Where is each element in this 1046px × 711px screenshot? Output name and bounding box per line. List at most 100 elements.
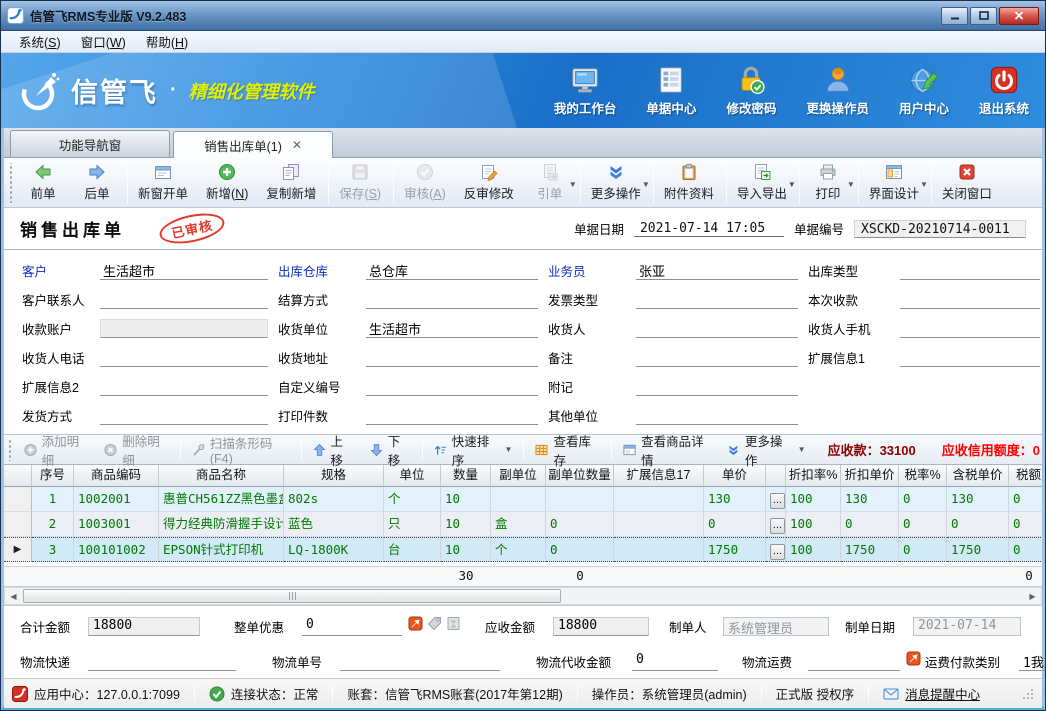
grid-cell[interactable] <box>546 487 614 512</box>
grid-cell[interactable]: LQ-1800K <box>284 537 384 562</box>
grid-cell[interactable]: EPSON针式打印机 <box>159 537 284 562</box>
toolbar-button-unaudit-edit[interactable]: 反审修改 <box>456 160 524 206</box>
grid-cell[interactable]: 0 <box>899 512 947 537</box>
grid-cell[interactable]: 1750 <box>841 537 899 562</box>
cell-more-button[interactable]: … <box>770 518 785 534</box>
row-selector-cell[interactable] <box>4 512 32 537</box>
chevron-down-icon[interactable]: ▼ <box>642 180 650 189</box>
tab-close-icon[interactable]: ✕ <box>292 139 302 151</box>
grid-cell[interactable]: 0 <box>1009 487 1042 512</box>
field-input-4-1[interactable] <box>366 377 538 396</box>
grid-cell[interactable] <box>491 487 546 512</box>
grid-col-header-14[interactable]: 含税单价 <box>947 465 1009 487</box>
grid-cell[interactable]: 1750 <box>947 537 1009 562</box>
field-input-0-1[interactable]: 总仓库 <box>366 261 538 280</box>
toolbar-button-copy-new[interactable]: 复制新增 <box>258 160 326 206</box>
grid-cell[interactable]: 2 <box>32 512 74 537</box>
minimize-button[interactable] <box>941 7 968 25</box>
toolbar-button-ui-design[interactable]: 界面设计▼ <box>861 160 929 206</box>
doc-date-field[interactable]: 2021-07-14 17:05 <box>634 220 784 237</box>
promotion-button[interactable] <box>446 616 461 636</box>
field-input-0-2[interactable]: 张亚 <box>636 261 798 280</box>
tab-1[interactable]: 销售出库单(1)✕ <box>173 131 333 158</box>
tab-0[interactable]: 功能导航窗 <box>10 130 170 157</box>
grid-cell[interactable]: 0 <box>841 512 899 537</box>
grid-cell[interactable]: … <box>766 512 786 537</box>
banner-action-user-center[interactable]: 用户中心 <box>899 65 949 117</box>
chevron-down-icon[interactable]: ▼ <box>505 445 513 454</box>
grid-cell[interactable]: 蓝色 <box>284 512 384 537</box>
toolbar-button-attachment[interactable]: 附件资料 <box>656 160 724 206</box>
grid-cell[interactable]: 802s <box>284 487 384 512</box>
discount-edit-button[interactable] <box>906 651 921 671</box>
toolbar-button-add-new[interactable]: 新增(N) <box>198 160 258 206</box>
row-selector-cell[interactable] <box>4 487 32 512</box>
totals-value[interactable]: 0 <box>632 652 718 671</box>
discount-edit-button[interactable] <box>408 616 423 636</box>
grid-cell[interactable]: 0 <box>546 512 614 537</box>
scroll-left-icon[interactable]: ◀ <box>6 589 21 603</box>
grid-cell[interactable]: 得力经典防滑握手设计 <box>159 512 284 537</box>
menu-item-2[interactable]: 帮助(H) <box>136 30 198 53</box>
toolbar-button-import-export[interactable]: 导入导出▼ <box>729 160 797 206</box>
toolbar-button-next-doc[interactable]: 后单 <box>71 160 125 206</box>
scroll-right-icon[interactable]: ▶ <box>1025 589 1040 603</box>
toolbar-button-more-ops[interactable]: 更多操作▼ <box>583 160 651 206</box>
field-input-5-0[interactable] <box>100 406 268 425</box>
toolbar-button-new-window-doc[interactable]: 新窗开单 <box>130 160 198 206</box>
grid-cell[interactable]: 0 <box>1009 537 1042 562</box>
detail-button-more-ops[interactable]: 更多操作▼ <box>719 438 814 462</box>
banner-action-exit-system[interactable]: 退出系统 <box>979 65 1029 117</box>
table-row[interactable]: 21003001得力经典防滑握手设计蓝色只10盒00…1000000 <box>4 512 1042 537</box>
maximize-button[interactable] <box>970 7 997 25</box>
grid-col-header-6[interactable]: 副单位 <box>491 465 546 487</box>
field-input-1-0[interactable] <box>100 290 268 309</box>
row-selector-cell[interactable]: ▶ <box>4 537 32 562</box>
field-input-3-3[interactable] <box>900 348 1040 367</box>
grid-cell[interactable]: 10 <box>441 487 491 512</box>
menu-item-1[interactable]: 窗口(W) <box>71 30 136 53</box>
grid-cell[interactable]: 130 <box>841 487 899 512</box>
totals-value[interactable]: 1我方付运费(生成运 <box>1019 652 1046 671</box>
toolbar-button-print[interactable]: 打印▼ <box>802 160 856 206</box>
tag-button[interactable] <box>427 616 442 636</box>
detail-button-move-down[interactable]: 下移 <box>362 438 419 462</box>
field-input-5-1[interactable] <box>366 406 538 425</box>
field-input-1-3[interactable] <box>900 290 1040 309</box>
field-input-3-2[interactable] <box>636 348 798 367</box>
banner-action-doc-center[interactable]: 单据中心 <box>646 65 696 117</box>
field-input-2-3[interactable] <box>900 319 1040 338</box>
detail-button-move-up[interactable]: 上移 <box>305 438 362 462</box>
grid-cell[interactable]: 130 <box>704 487 766 512</box>
field-input-2-2[interactable] <box>636 319 798 338</box>
grid-col-header-15[interactable]: 税额 <box>1009 465 1042 487</box>
field-input-0-0[interactable]: 生活超市 <box>100 261 268 280</box>
scrollbar-track[interactable] <box>21 588 1025 604</box>
grid-cell[interactable] <box>614 487 704 512</box>
grid-cell[interactable]: 个 <box>384 487 441 512</box>
field-input-1-2[interactable] <box>636 290 798 309</box>
grid-cell[interactable] <box>614 537 704 562</box>
detail-button-quick-sort[interactable]: 快速排序▼ <box>426 438 521 462</box>
grid-cell[interactable]: 0 <box>899 537 947 562</box>
grid-cell[interactable]: 台 <box>384 537 441 562</box>
grid-col-header-11[interactable]: 折扣率% <box>786 465 841 487</box>
detail-button-view-product[interactable]: 查看商品详情 <box>615 438 719 462</box>
field-input-4-0[interactable] <box>100 377 268 396</box>
cell-more-button[interactable]: … <box>770 544 785 560</box>
grid-cell[interactable]: 100 <box>786 487 841 512</box>
chevron-down-icon[interactable]: ▼ <box>798 445 806 454</box>
grid-cell[interactable]: 100 <box>786 537 841 562</box>
banner-action-switch-operator[interactable]: 更换操作员 <box>806 65 869 117</box>
cell-more-button[interactable]: … <box>770 493 785 509</box>
grid-cell[interactable]: 只 <box>384 512 441 537</box>
scrollbar-thumb[interactable] <box>23 589 561 603</box>
field-input-0-3[interactable] <box>900 261 1040 280</box>
title-bar[interactable]: 信管飞RMS专业版 V9.2.483 <box>1 1 1045 31</box>
grid-col-header-2[interactable]: 商品名称 <box>159 465 284 487</box>
totals-value[interactable] <box>88 652 236 671</box>
grid-cell[interactable]: 1002001 <box>74 487 159 512</box>
field-input-5-2[interactable] <box>636 406 798 425</box>
grid-cell[interactable]: 0 <box>1009 512 1042 537</box>
totals-value[interactable] <box>340 652 500 671</box>
